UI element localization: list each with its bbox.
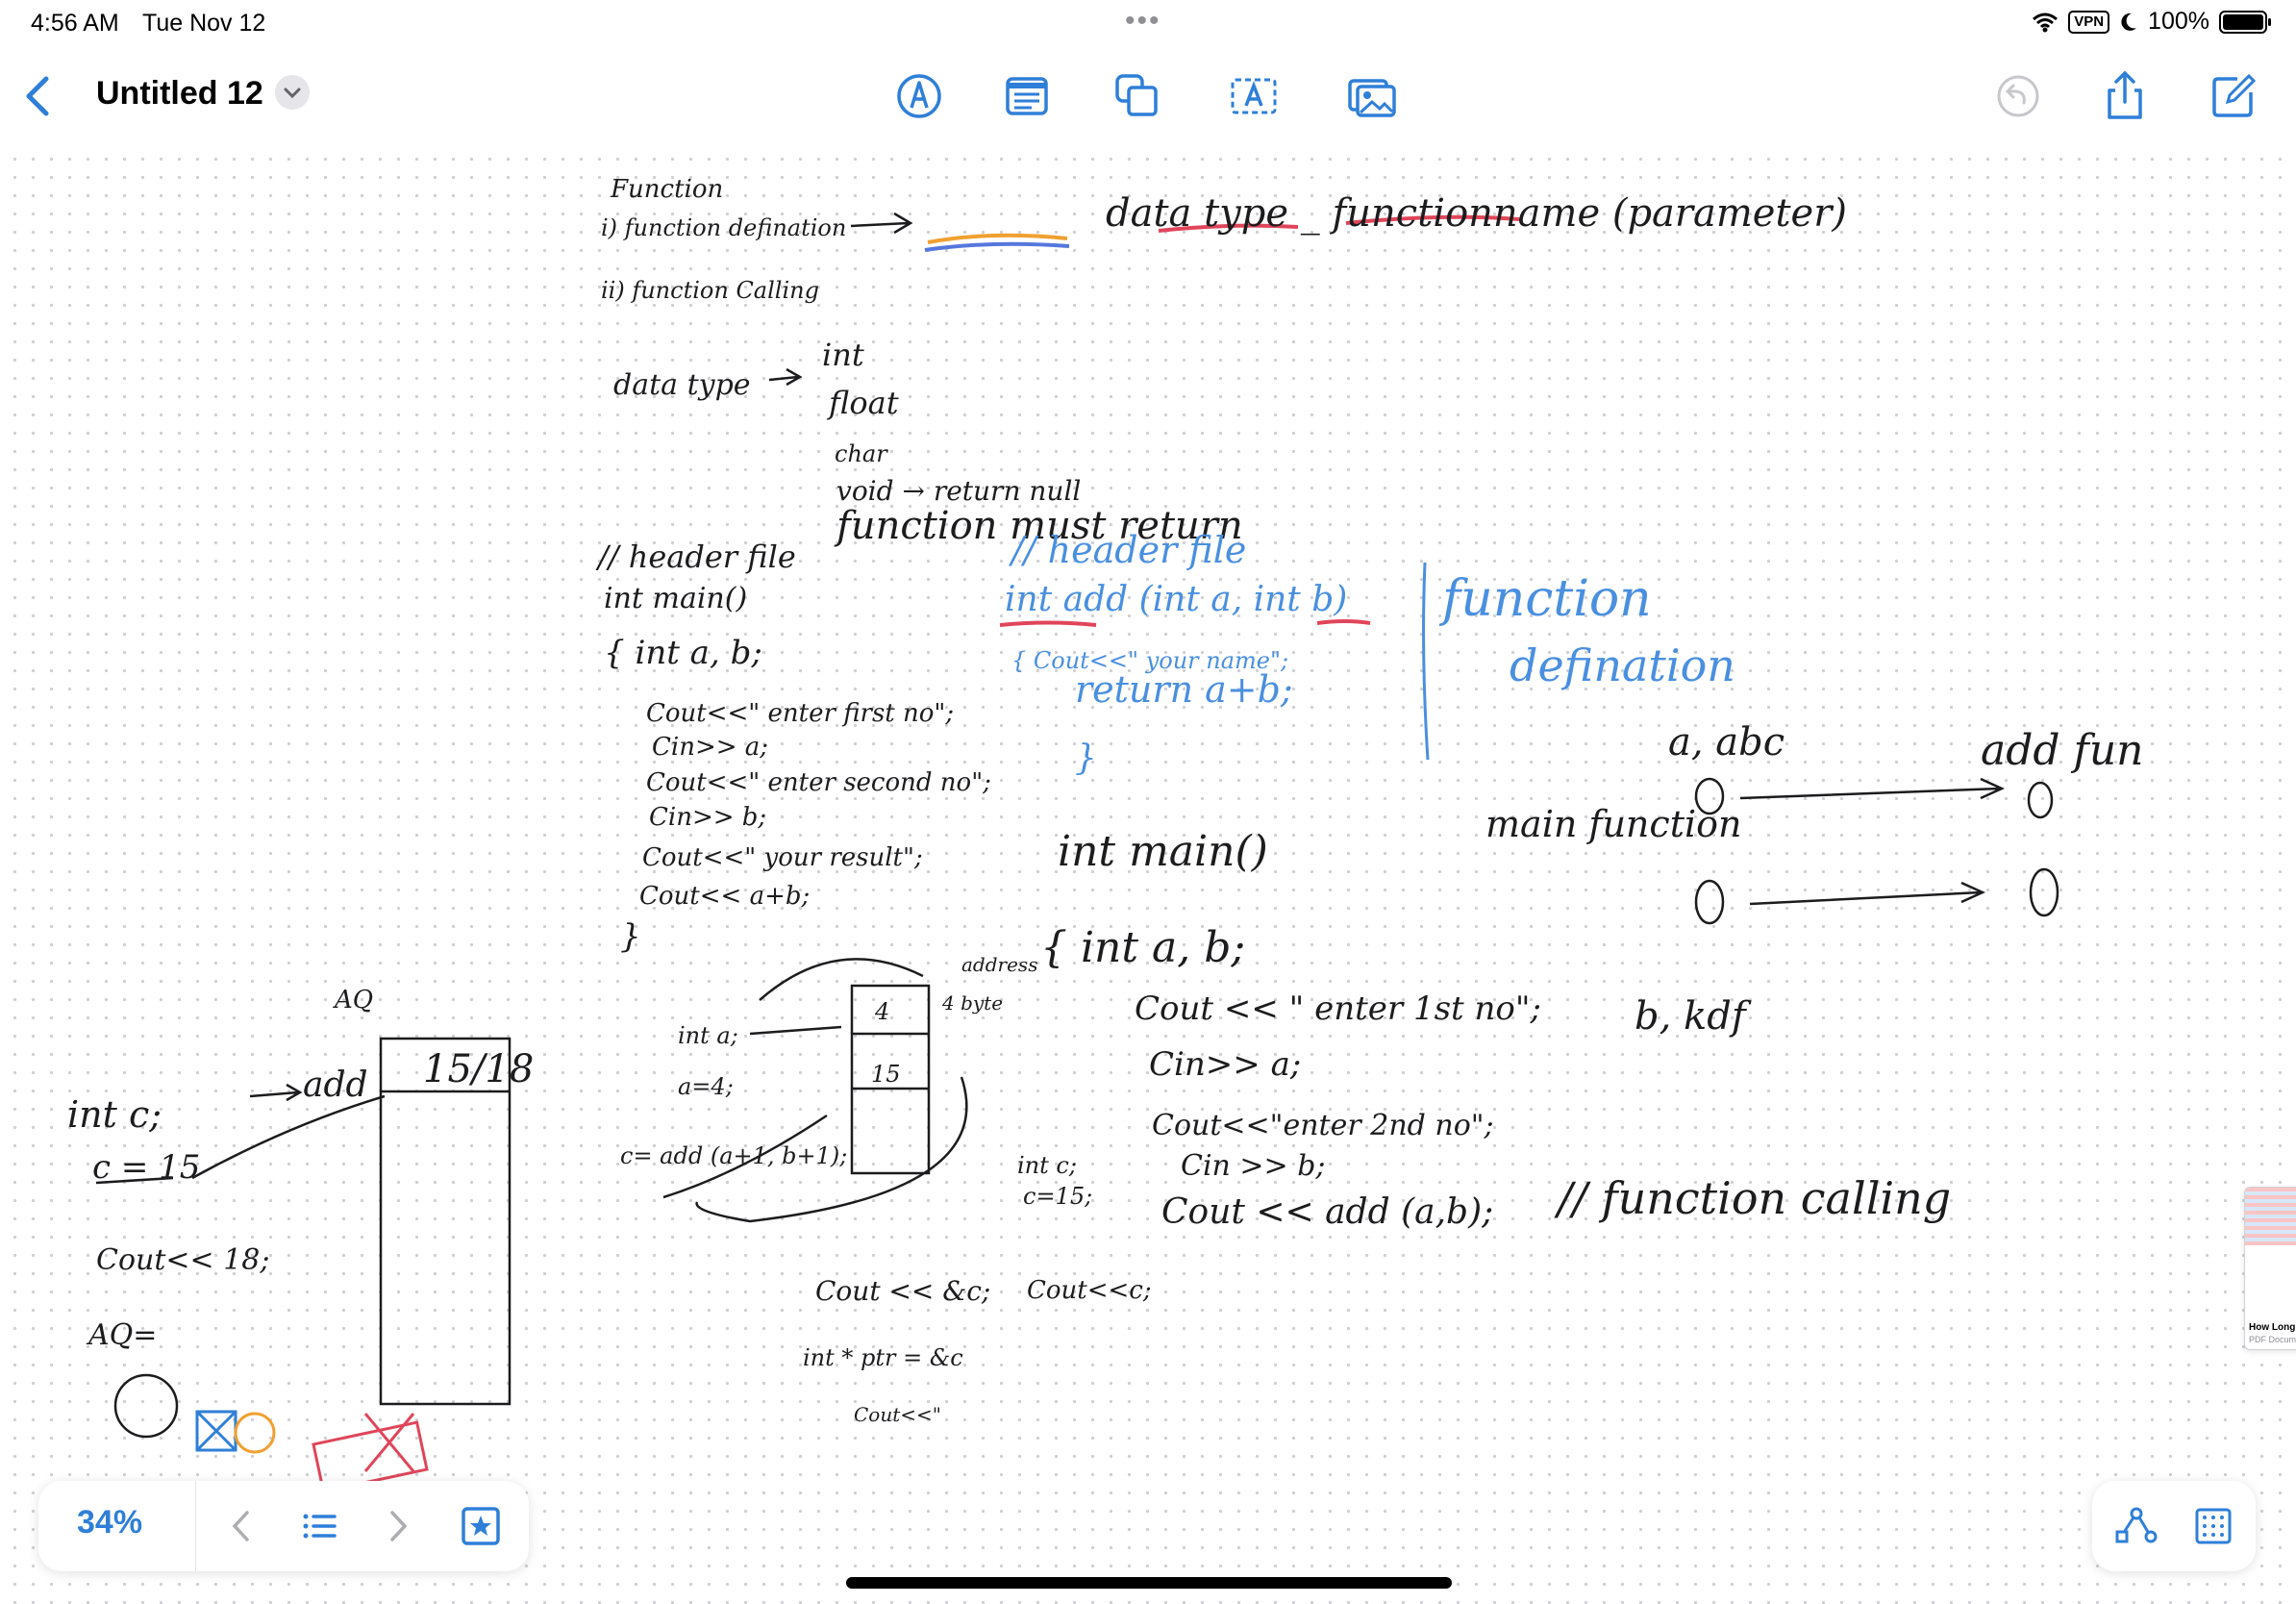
- navigation-toolbar: 34%: [38, 1481, 529, 1571]
- media-icon[interactable]: [1342, 67, 1400, 125]
- pdf-document-thumbnail[interactable]: How Long PDF Docum: [2244, 1187, 2296, 1350]
- do-not-disturb-moon-icon: [2121, 13, 2137, 31]
- pen-tool-icon[interactable]: [890, 67, 948, 125]
- vpn-badge: VPN: [2068, 10, 2110, 34]
- undo-icon[interactable]: [1989, 67, 2047, 125]
- status-bar: 4:56 AM Tue Nov 12 ••• VPN 100%: [0, 0, 2296, 44]
- document-title[interactable]: Untitled 12: [96, 75, 263, 113]
- star-icon[interactable]: [452, 1497, 510, 1555]
- document-preview: [2245, 1188, 2296, 1245]
- battery-percent: 100%: [2148, 8, 2209, 35]
- text-format-icon[interactable]: [1225, 67, 1283, 125]
- list-icon[interactable]: [290, 1497, 348, 1555]
- wifi-icon: [2033, 13, 2059, 32]
- share-icon[interactable]: [2096, 67, 2154, 125]
- whiteboard-canvas[interactable]: [0, 144, 2296, 1604]
- title-menu-chevron-down-icon[interactable]: [275, 75, 310, 110]
- status-indicators: VPN 100%: [2032, 8, 2271, 36]
- home-indicator[interactable]: [846, 1577, 1452, 1589]
- status-date: Tue Nov 12: [142, 10, 266, 37]
- document-type: PDF Docum: [2249, 1335, 2296, 1344]
- battery-icon: [2219, 10, 2271, 34]
- back-chevron-icon[interactable]: [17, 71, 60, 121]
- view-options-toolbar: [2092, 1481, 2256, 1571]
- text-box-icon[interactable]: [998, 67, 1056, 125]
- zoom-level-button[interactable]: 34%: [77, 1504, 142, 1541]
- document-title: How Long: [2249, 1322, 2296, 1333]
- next-icon[interactable]: [368, 1497, 426, 1555]
- multitasking-dots-icon[interactable]: •••: [1125, 7, 1161, 36]
- shapes-icon[interactable]: [1109, 67, 1166, 125]
- connectors-icon[interactable]: [2108, 1497, 2165, 1555]
- grid-icon[interactable]: [2184, 1497, 2242, 1555]
- compose-new-board-icon[interactable]: [2205, 67, 2262, 125]
- status-time: 4:56 AM: [31, 10, 119, 37]
- navigation-bar: Untitled 12: [0, 58, 2296, 135]
- toolbar-divider: [195, 1481, 196, 1571]
- previous-icon[interactable]: [213, 1497, 271, 1555]
